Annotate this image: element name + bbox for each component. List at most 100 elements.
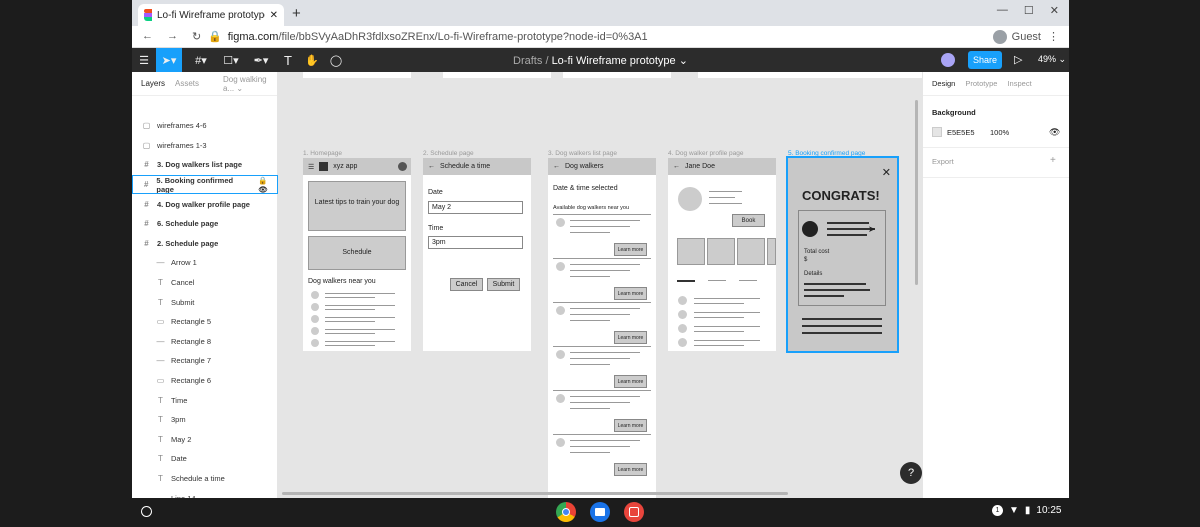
frame-label[interactable]: 3. Dog walkers list page	[548, 150, 617, 157]
new-tab-button[interactable]: +	[292, 5, 301, 22]
chevron-down-icon[interactable]: ⌄	[679, 55, 688, 67]
user-avatar[interactable]	[941, 53, 955, 67]
close-tab-icon[interactable]: ✕	[270, 10, 278, 21]
back-icon[interactable]: ←	[142, 30, 153, 43]
layer-item[interactable]: — Rectangle 8	[132, 332, 278, 352]
layer-item[interactable]: #5. Booking confirmed page 🔒 👁	[132, 174, 278, 195]
url-domain: figma.com	[227, 30, 279, 43]
layer-item[interactable]: —Line 14	[132, 488, 278, 498]
walker-avatar	[556, 262, 565, 271]
frame-dog-walkers-list[interactable]: ← Dog walkers Date & time selected Availa…	[548, 158, 656, 498]
frame-label[interactable]: 5. Booking confirmed page	[788, 150, 865, 157]
bg-hex[interactable]: E5E5E5	[947, 128, 975, 137]
close-window-icon[interactable]: ✕	[1050, 4, 1059, 17]
layer-type-icon: T	[158, 454, 163, 464]
layer-type-icon: #	[144, 219, 149, 229]
right-panel-tabs: Design Prototype Inspect	[923, 72, 1069, 96]
more-menu-icon[interactable]: ⋮	[1048, 30, 1059, 43]
tab-assets[interactable]: Assets	[175, 79, 199, 88]
frame-partial[interactable]	[443, 72, 551, 78]
add-export-button[interactable]: +	[1050, 155, 1056, 166]
learn-more-button-wire: Learn more	[614, 375, 647, 388]
frame-partial[interactable]	[698, 72, 922, 78]
tab-layers[interactable]: Layers	[141, 79, 165, 88]
system-tray[interactable]: 1 ▼ ▮ 10:25	[992, 505, 1061, 516]
review-line	[694, 345, 744, 346]
layer-label: May 2	[171, 434, 192, 444]
close-icon: ✕	[881, 167, 891, 179]
tab-inspect[interactable]: Inspect	[1007, 79, 1031, 88]
minimize-icon[interactable]: —	[997, 4, 1008, 17]
bg-opacity[interactable]: 100%	[990, 128, 1009, 137]
page-selector[interactable]: Dog walking a... ⌄	[223, 75, 277, 93]
eye-icon[interactable]: 👁	[1049, 127, 1060, 138]
tab-design[interactable]: Design	[932, 79, 955, 88]
layer-label: Submit	[171, 297, 195, 307]
schedule-header: ← Schedule a time	[423, 158, 531, 175]
layer-item[interactable]: ▭ Rectangle 6	[132, 371, 278, 391]
layer-item[interactable]: T Cancel	[132, 273, 278, 293]
review-line	[694, 340, 760, 341]
layer-item[interactable]: — Arrow 1	[132, 253, 278, 273]
horizontal-scrollbar[interactable]	[282, 492, 788, 495]
frame-partial[interactable]	[563, 72, 671, 78]
lock-visibility-icon[interactable]: 🔒 👁	[258, 176, 278, 194]
frame-booking-confirmed[interactable]: ✕ CONGRATS! Total cost $ Details	[786, 156, 899, 353]
frame-partial[interactable]	[303, 72, 411, 78]
layer-type-icon: T	[158, 278, 163, 288]
list-title: Dog walkers	[565, 163, 604, 170]
tab-prototype[interactable]: Prototype	[965, 79, 997, 88]
walker-avatar	[556, 218, 565, 227]
layer-item[interactable]: ▢ wireframes 4-6	[132, 116, 278, 136]
layer-item[interactable]: #3. Dog walkers list page	[132, 155, 278, 175]
layer-item[interactable]: #2. Schedule page	[132, 234, 278, 254]
forward-icon[interactable]: →	[167, 30, 178, 43]
files-icon[interactable]	[590, 502, 610, 522]
details-label: Details	[804, 271, 823, 277]
frame-schedule[interactable]: ← Schedule a time Date May 2 Time 3pm Can…	[423, 158, 531, 351]
help-button[interactable]: ?	[900, 462, 922, 484]
bg-color-swatch[interactable]	[932, 127, 942, 137]
time-input: 3pm	[428, 236, 523, 249]
layer-item[interactable]: T Date	[132, 449, 278, 469]
profile-name: Jane Doe	[685, 163, 715, 170]
maximize-icon[interactable]: ☐	[1024, 4, 1034, 17]
layer-item[interactable]: #4. Dog walker profile page	[132, 194, 278, 214]
review-avatar	[678, 324, 687, 333]
crumb-drafts[interactable]: Drafts	[513, 55, 542, 67]
frame-profile[interactable]: ← Jane Doe Book	[668, 158, 776, 351]
list-line	[325, 317, 395, 318]
vertical-scrollbar[interactable]	[915, 100, 918, 285]
layer-item[interactable]: T Schedule a time	[132, 469, 278, 489]
profile-button[interactable]: Guest	[992, 29, 1041, 44]
layer-item[interactable]: T Time	[132, 390, 278, 410]
url-field[interactable]: 🔒 figma.com/file/bbSVyAaDhR3fdlxsoZREnx/…	[208, 30, 648, 44]
zoom-level[interactable]: 49% ⌄	[1038, 54, 1066, 65]
list-line	[325, 305, 395, 306]
layer-item[interactable]: #6. Schedule page	[132, 214, 278, 234]
layer-item[interactable]: — Rectangle 7	[132, 351, 278, 371]
layer-item[interactable]: T 3pm	[132, 410, 278, 430]
list-avatar	[311, 327, 319, 335]
share-button[interactable]: Share	[968, 51, 1002, 69]
info-line	[709, 191, 742, 192]
launcher-icon[interactable]	[141, 506, 152, 517]
chrome-icon[interactable]	[556, 502, 576, 522]
frame-label[interactable]: 2. Schedule page	[423, 150, 474, 157]
frame-label[interactable]: 4. Dog walker profile page	[668, 150, 744, 157]
layer-item[interactable]: ▢ wireframes 1-3	[132, 136, 278, 156]
layer-item[interactable]: T May 2	[132, 430, 278, 450]
file-name[interactable]: Lo-fi Wireframe prototype	[552, 55, 676, 67]
layer-item[interactable]: ▭ Rectangle 5	[132, 312, 278, 332]
frame-label[interactable]: 1. Homepage	[303, 150, 342, 157]
app-header: ☰ xyz app	[303, 158, 411, 175]
layer-item[interactable]: T Submit	[132, 292, 278, 312]
reload-icon[interactable]: ↻	[192, 30, 201, 43]
screen-recorder-icon[interactable]	[624, 502, 644, 522]
present-play-icon[interactable]: ▷	[1014, 53, 1022, 66]
info-line	[709, 197, 735, 198]
walker-avatar	[802, 221, 818, 237]
frame-homepage[interactable]: ☰ xyz app Latest tips to train your dog …	[303, 158, 411, 351]
browser-tab[interactable]: Lo-fi Wireframe prototype – Figma ✕	[138, 4, 284, 26]
canvas[interactable]: 1. Homepage ☰ xyz app Latest tips to tra…	[278, 72, 922, 498]
